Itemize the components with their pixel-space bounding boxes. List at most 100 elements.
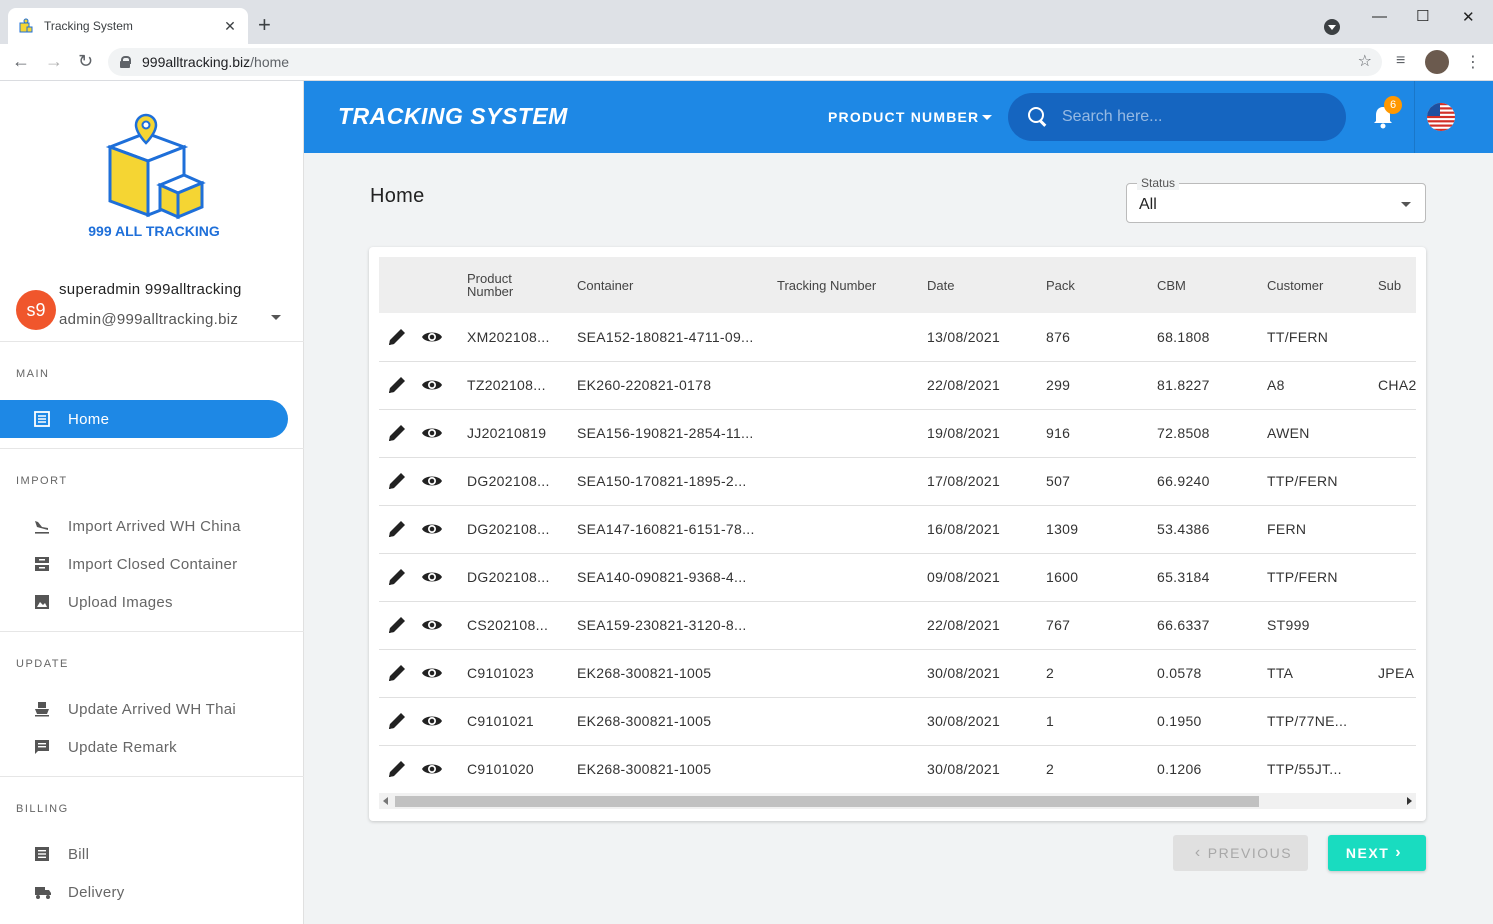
edit-pencil-icon[interactable] xyxy=(387,711,407,731)
cell-cbm: 66.6337 xyxy=(1157,617,1210,633)
page-title: Home xyxy=(370,185,425,207)
browser-menu-icon[interactable]: ⋮ xyxy=(1465,52,1481,72)
col-date[interactable]: Date xyxy=(917,257,1036,313)
row-actions xyxy=(379,457,457,505)
cell-tracking xyxy=(767,313,917,361)
new-tab-icon[interactable]: + xyxy=(258,14,271,36)
browser-tab[interactable]: Tracking System ✕ xyxy=(8,8,248,44)
next-button[interactable]: NEXT › xyxy=(1328,835,1426,871)
view-eye-icon[interactable] xyxy=(421,377,443,393)
cell-customer: TTP/55JT... xyxy=(1267,761,1342,777)
sidebar-item-delivery[interactable]: Delivery xyxy=(0,873,288,911)
sidebar-item-import-closed[interactable]: Import Closed Container xyxy=(0,545,288,583)
edit-pencil-icon[interactable] xyxy=(387,327,407,347)
scroll-right-icon[interactable] xyxy=(1407,797,1412,805)
flight-land-icon xyxy=(34,518,50,534)
edit-pencil-icon[interactable] xyxy=(387,519,407,539)
view-eye-icon[interactable] xyxy=(421,521,443,537)
col-product-number[interactable]: Product Number xyxy=(457,257,567,313)
truck-icon xyxy=(34,884,51,900)
scrollbar-thumb[interactable] xyxy=(395,796,1259,807)
view-eye-icon[interactable] xyxy=(421,329,443,345)
view-eye-icon[interactable] xyxy=(421,761,443,777)
table-row: C9101020 EK268-300821-1005 30/08/2021 2 0.12… xyxy=(379,745,1416,791)
view-eye-icon[interactable] xyxy=(421,617,443,633)
view-eye-icon[interactable] xyxy=(421,473,443,489)
cell-container: EK268-300821-1005 xyxy=(577,761,712,777)
address-bar[interactable]: 999alltracking.biz /home ☆ xyxy=(108,48,1382,76)
sidebar-item-upload-images[interactable]: Upload Images xyxy=(0,583,288,621)
search-type-select[interactable]: PRODUCT NUMBER xyxy=(828,109,979,125)
minimize-icon[interactable]: — xyxy=(1372,8,1387,25)
row-actions xyxy=(379,745,457,791)
sidebar: 999 ALL TRACKING s9 superadmin 999alltra… xyxy=(0,81,304,924)
cell-date: 22/08/2021 xyxy=(927,377,1001,393)
comment-icon xyxy=(34,739,50,755)
sidebar-item-update-remark[interactable]: Update Remark xyxy=(0,728,288,766)
user-menu-caret-icon[interactable] xyxy=(271,315,281,320)
cell-date: 13/08/2021 xyxy=(927,328,1001,345)
col-tracking-number[interactable]: Tracking Number xyxy=(767,257,917,313)
col-pack[interactable]: Pack xyxy=(1036,257,1147,313)
previous-button[interactable]: ‹ PREVIOUS xyxy=(1173,835,1308,871)
horizontal-scrollbar[interactable] xyxy=(379,793,1416,809)
row-actions xyxy=(379,409,457,457)
col-customer[interactable]: Customer xyxy=(1257,257,1368,313)
header-divider xyxy=(1414,81,1415,153)
status-select[interactable]: Status All xyxy=(1126,176,1426,223)
us-flag-icon[interactable] xyxy=(1427,103,1455,131)
list-icon xyxy=(34,411,50,427)
col-cbm[interactable]: CBM xyxy=(1147,257,1257,313)
cell-sub: CHA2 xyxy=(1378,377,1416,393)
url-path: /home xyxy=(250,54,290,70)
maximize-icon[interactable]: ☐ xyxy=(1416,7,1429,25)
back-icon[interactable]: ← xyxy=(12,51,30,72)
cell-container: SEA159-230821-3120-8... xyxy=(577,617,747,633)
edit-pencil-icon[interactable] xyxy=(387,423,407,443)
cell-customer: AWEN xyxy=(1267,425,1310,441)
reading-list-icon[interactable]: ≡ xyxy=(1396,52,1405,70)
cell-sub: JPEA xyxy=(1378,665,1415,681)
cell-container: SEA156-190821-2854-11... xyxy=(577,425,754,441)
cell-pack: 507 xyxy=(1046,473,1071,489)
scroll-left-icon[interactable] xyxy=(383,797,388,805)
sidebar-item-home[interactable]: Home xyxy=(0,400,288,438)
view-eye-icon[interactable] xyxy=(421,569,443,585)
reload-icon[interactable]: ↻ xyxy=(78,51,93,72)
search-type-caret-icon[interactable] xyxy=(982,115,992,120)
sidebar-item-import-arrived[interactable]: Import Arrived WH China xyxy=(0,507,288,545)
cell-product: DG202108... xyxy=(467,569,550,585)
window-close-icon[interactable]: ✕ xyxy=(1462,8,1475,26)
edit-pencil-icon[interactable] xyxy=(387,759,407,779)
sidebar-item-bill[interactable]: Bill xyxy=(0,835,288,873)
profile-avatar[interactable] xyxy=(1425,50,1449,74)
bookmark-star-icon[interactable]: ☆ xyxy=(1358,51,1372,71)
browser-toolbar: ← → ↻ 999alltracking.biz /home ☆ xyxy=(0,44,1493,81)
cell-customer: TTP/77NE... xyxy=(1267,713,1348,729)
cell-date: 09/08/2021 xyxy=(927,569,1001,585)
view-eye-icon[interactable] xyxy=(421,713,443,729)
forward-icon[interactable]: → xyxy=(45,51,63,72)
search-icon xyxy=(1028,107,1048,127)
col-container[interactable]: Container xyxy=(567,257,767,313)
status-value: All xyxy=(1139,196,1157,213)
cell-tracking xyxy=(767,457,917,505)
cell-tracking xyxy=(767,505,917,553)
sidebar-item-update-arrived[interactable]: Update Arrived WH Thai xyxy=(0,690,288,728)
edit-pencil-icon[interactable] xyxy=(387,615,407,635)
view-eye-icon[interactable] xyxy=(421,665,443,681)
edit-pencil-icon[interactable] xyxy=(387,663,407,683)
table-row: DG202108... SEA140-090821-9368-4... 09/08/… xyxy=(379,553,1416,601)
browser-tab-title: Tracking System xyxy=(44,19,133,33)
user-avatar[interactable]: s9 xyxy=(16,290,56,330)
close-tab-icon[interactable]: ✕ xyxy=(222,18,238,35)
browser-tabbar: Tracking System ✕ + — ☐ ✕ xyxy=(0,0,1493,44)
view-eye-icon[interactable] xyxy=(421,425,443,441)
edit-pencil-icon[interactable] xyxy=(387,375,407,395)
edit-pencil-icon[interactable] xyxy=(387,471,407,491)
chevron-left-icon: ‹ xyxy=(1194,844,1202,861)
search-input[interactable] xyxy=(1062,108,1322,126)
tab-search-icon[interactable] xyxy=(1324,19,1340,35)
edit-pencil-icon[interactable] xyxy=(387,567,407,587)
col-sub[interactable]: Sub xyxy=(1368,257,1416,313)
